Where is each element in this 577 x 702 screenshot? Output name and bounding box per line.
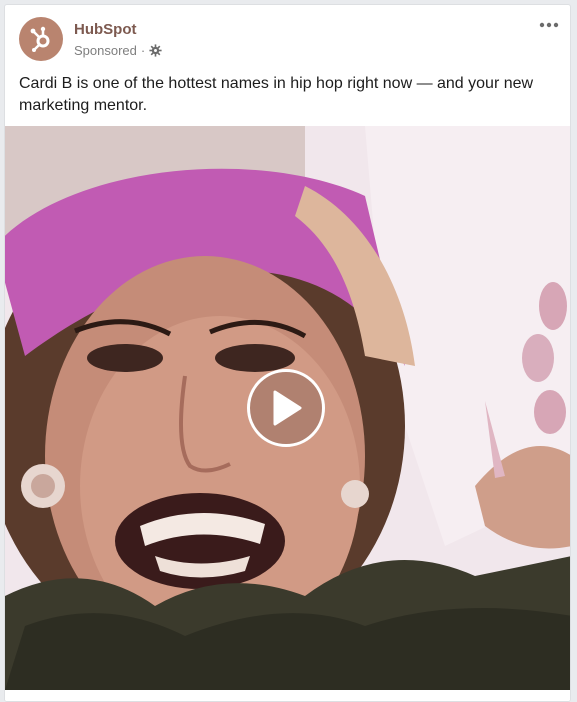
post-meta: Sponsored ·	[74, 43, 162, 58]
video-player[interactable]	[5, 126, 570, 690]
meta-separator: ·	[140, 43, 146, 58]
play-button[interactable]	[247, 369, 325, 447]
sponsored-post-card: HubSpot Sponsored · Cardi B is one of th…	[4, 4, 571, 702]
post-caption: Cardi B is one of the hottest names in h…	[19, 75, 534, 114]
page-name-link[interactable]: HubSpot	[74, 21, 136, 38]
page-avatar[interactable]	[19, 17, 63, 61]
post-header: HubSpot Sponsored ·	[5, 5, 570, 69]
post-footer	[5, 690, 570, 701]
sponsored-label[interactable]: Sponsored	[74, 43, 137, 58]
more-options-icon	[539, 22, 559, 28]
hubspot-logo-icon	[30, 26, 50, 52]
gear-icon[interactable]	[149, 44, 162, 57]
more-options-button[interactable]	[538, 17, 560, 33]
play-icon	[273, 390, 302, 426]
